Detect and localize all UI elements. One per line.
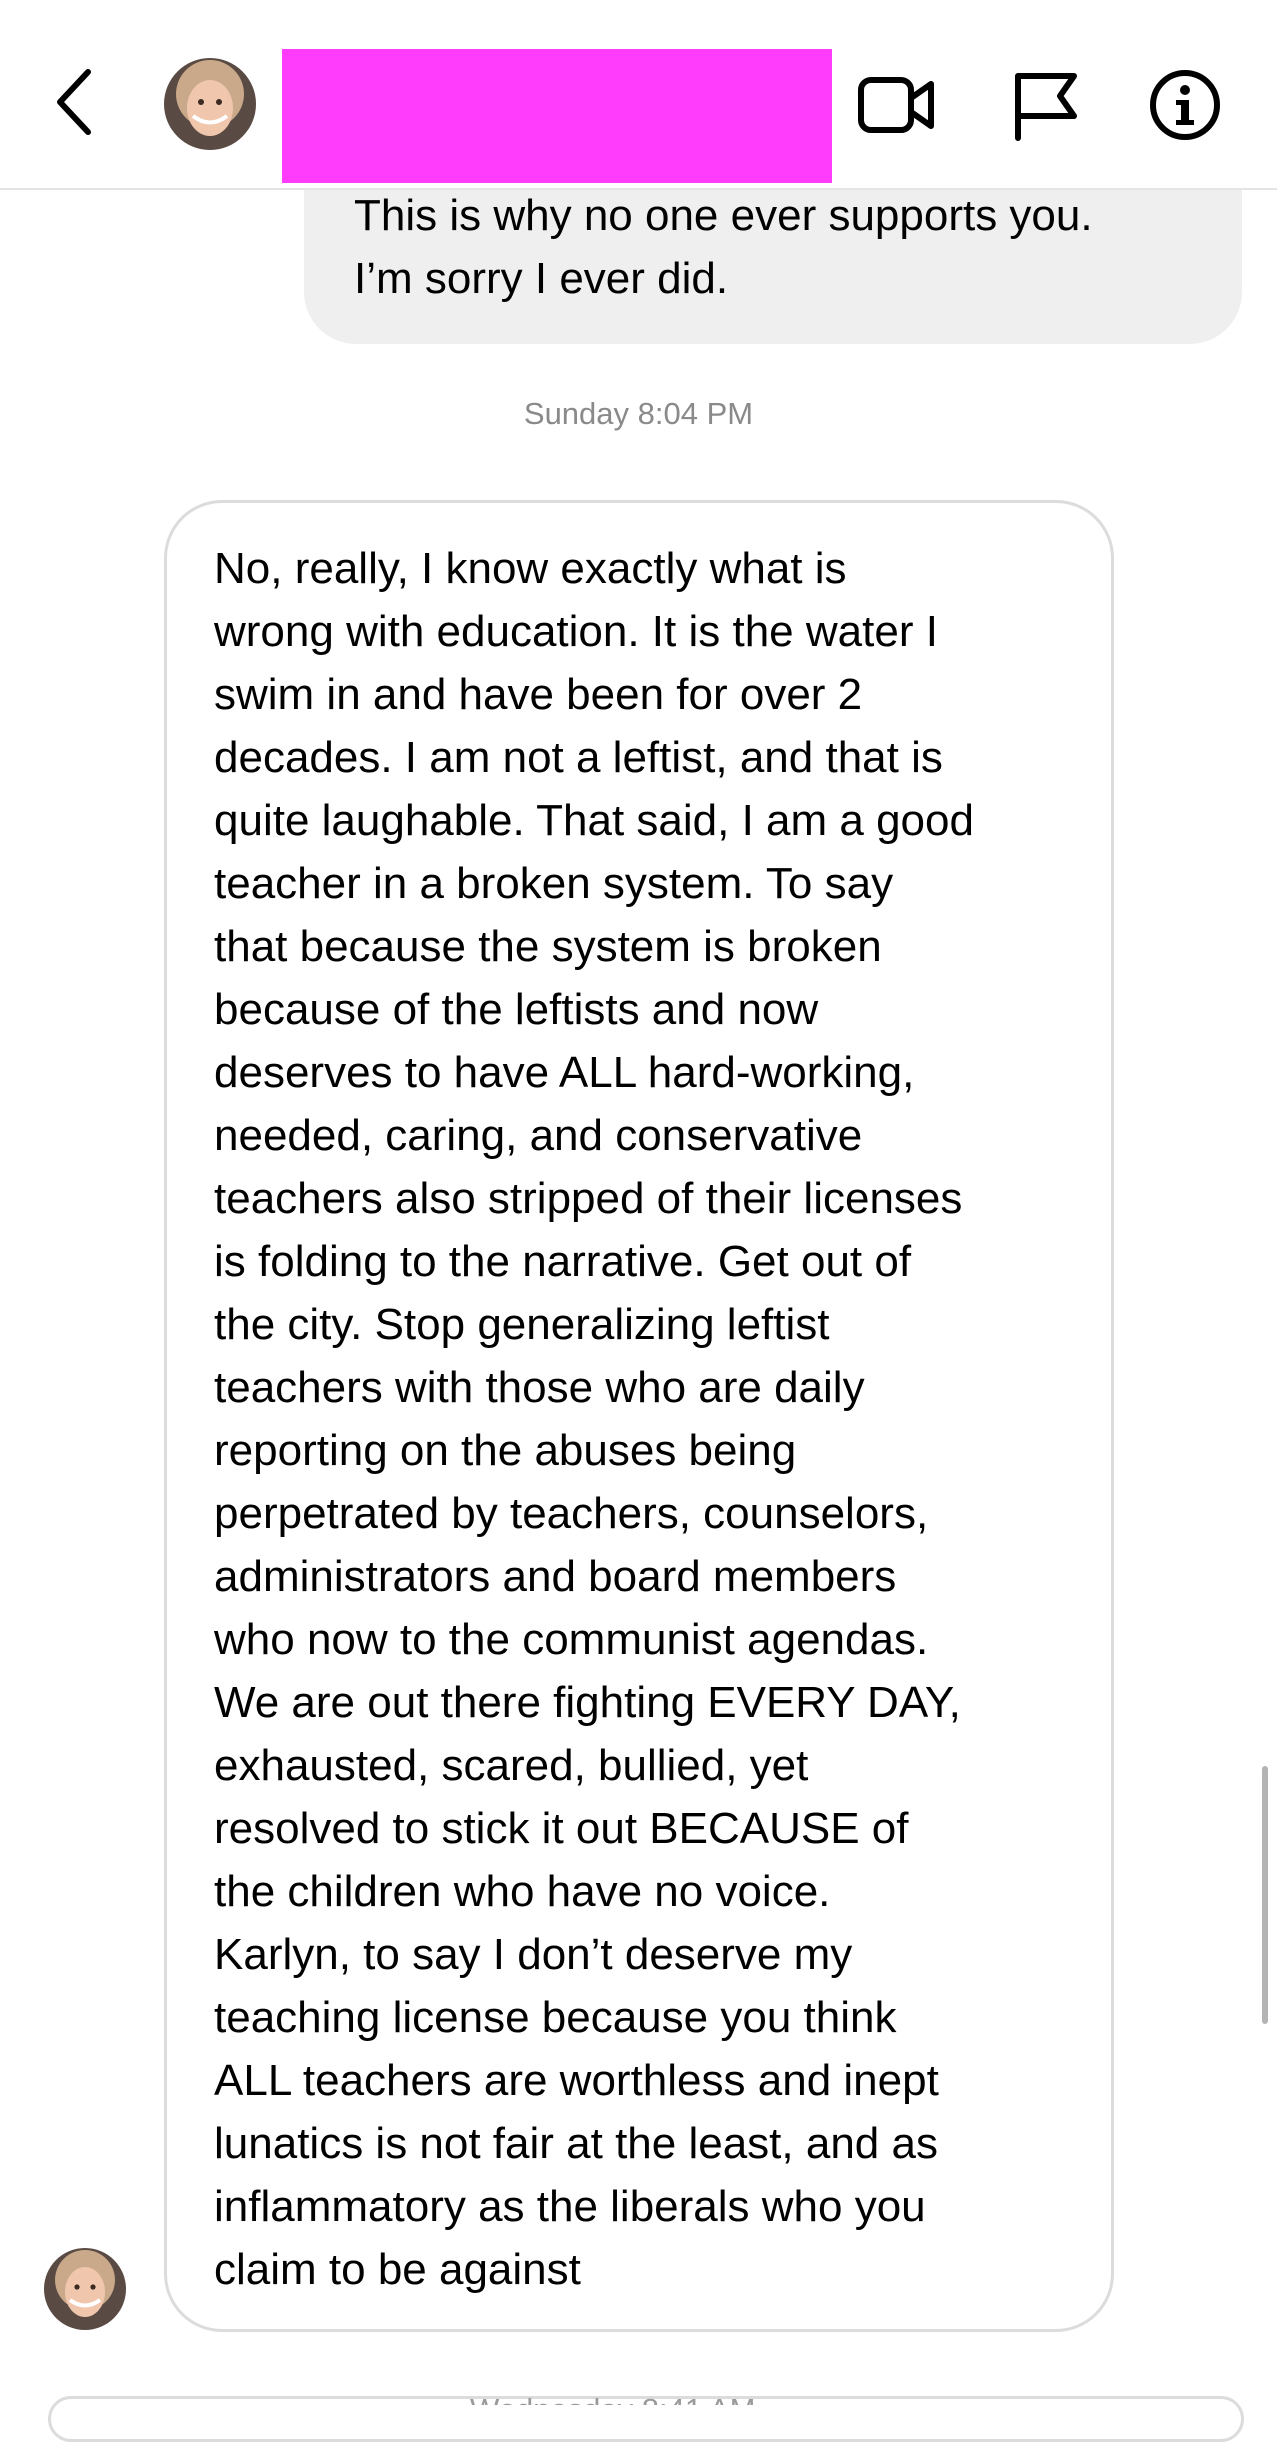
received-message-text: No, really, I know exactly what is wrong… <box>214 544 974 2294</box>
profile-photo-icon <box>164 58 256 150</box>
next-message-timestamp: Wednesday 8:41 AM <box>470 2390 756 2405</box>
message-timestamp: Sunday 8:04 PM <box>523 396 754 431</box>
video-call-button[interactable] <box>855 66 937 144</box>
info-button[interactable] <box>1148 66 1222 144</box>
flag-icon <box>1015 73 1077 141</box>
sent-message-text: This is why no one ever supports you. I’… <box>354 191 1093 303</box>
chevron-left-icon <box>57 69 91 135</box>
message-thread[interactable]: This is why no one ever supports you. I’… <box>0 0 1277 2442</box>
info-circle-icon <box>1150 70 1220 140</box>
scrollbar-thumb[interactable] <box>1262 1766 1268 2024</box>
sender-avatar[interactable] <box>44 2248 126 2330</box>
back-button[interactable] <box>50 62 110 142</box>
report-button[interactable] <box>1010 66 1082 144</box>
profile-photo-icon <box>44 2248 126 2330</box>
redacted-contact-name <box>282 49 832 183</box>
received-message-bubble[interactable]: No, really, I know exactly what is wrong… <box>164 500 1114 2332</box>
contact-avatar[interactable] <box>164 58 256 150</box>
video-camera-icon <box>858 77 934 133</box>
chat-header <box>0 0 1277 190</box>
